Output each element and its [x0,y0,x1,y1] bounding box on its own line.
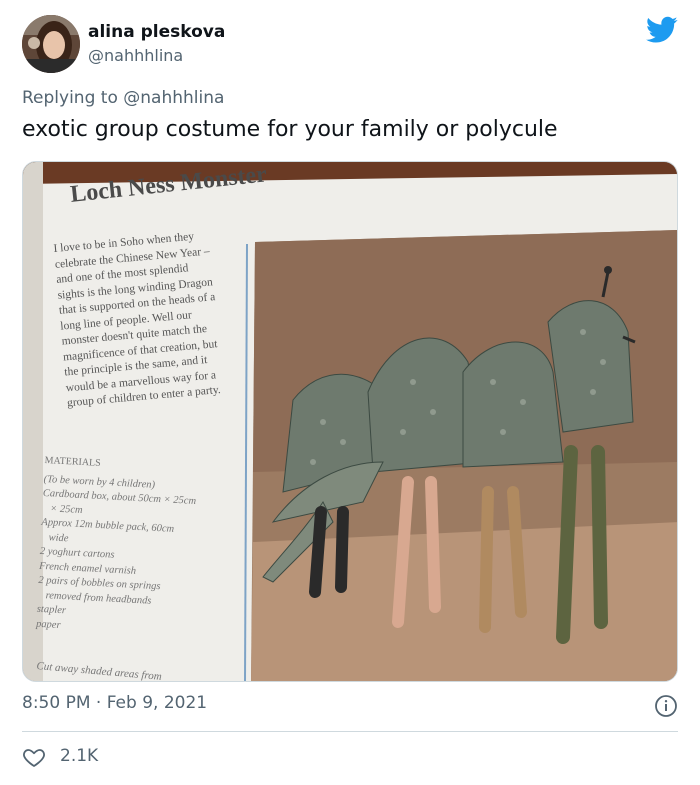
replying-to-label: Replying to [22,88,118,108]
replying-to-handle[interactable]: @nahhhlina [123,88,224,108]
materials-list: MATERIALS (To be worn by 4 children) Car… [36,454,245,642]
tweet-text: exotic group costume for your family or … [22,117,558,142]
info-icon[interactable] [654,694,678,718]
twitter-bird-icon[interactable] [646,16,678,44]
author-handle[interactable]: @nahhhlina [88,46,183,65]
avatar-image [22,15,80,73]
divider [22,731,678,732]
like-count[interactable]: 2.1K [60,746,98,766]
page-body: I love to be in Soho when they celebrate… [53,225,257,411]
avatar[interactable] [22,15,80,73]
tweet-timestamp[interactable]: 8:50 PM · Feb 9, 2021 [22,693,207,713]
tweet-photo[interactable]: Loch Ness Monster I love to be in Soho w… [22,161,678,682]
replying-to: Replying to @nahhhlina [22,88,224,108]
heart-icon[interactable] [22,745,46,769]
author-display-name[interactable]: alina pleskova [88,22,225,42]
